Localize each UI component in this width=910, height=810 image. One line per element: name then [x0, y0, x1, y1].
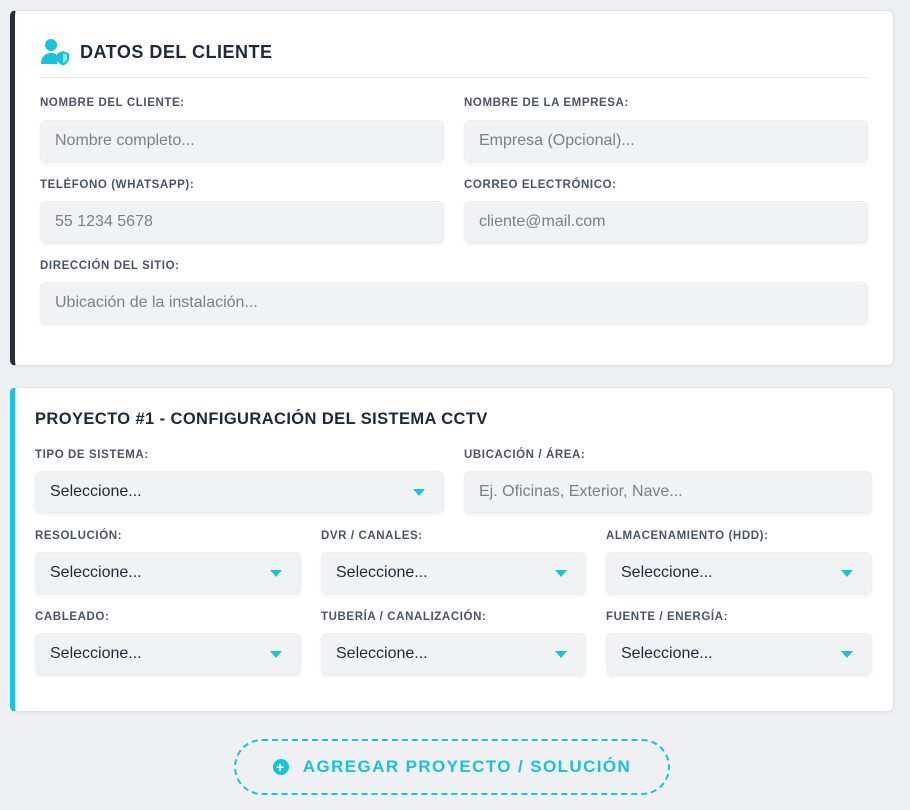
client-name-label: NOMBRE DEL CLIENTE:: [40, 97, 185, 109]
chevron-down-icon: [413, 488, 425, 496]
user-shield-icon: [41, 39, 69, 66]
conduit-label: TUBERÍA / CANALIZACIÓN:: [321, 611, 487, 623]
chevron-down-icon: [841, 650, 853, 658]
cabling-value: Seleccione...: [50, 645, 142, 662]
chevron-down-icon: [555, 569, 567, 577]
project-card: PROYECTO #1 - CONFIGURACIÓN DEL SISTEMA …: [10, 387, 894, 712]
resolution-label: RESOLUCIÓN:: [35, 530, 123, 542]
cabling-label: CABLEADO:: [35, 611, 110, 623]
dvr-select[interactable]: Seleccione...: [321, 552, 586, 594]
system-type-select[interactable]: Seleccione...: [35, 471, 444, 513]
plus-circle-icon: +: [272, 759, 289, 775]
storage-value: Seleccione...: [621, 564, 713, 581]
add-project-label: AGREGAR PROYECTO / SOLUCIÓN: [302, 757, 632, 776]
chevron-down-icon: [270, 569, 282, 577]
site-address-input[interactable]: Ubicación de la instalación...: [40, 282, 868, 324]
company-name-label: NOMBRE DE LA EMPRESA:: [464, 97, 629, 109]
storage-label: ALMACENAMIENTO (HDD):: [606, 530, 769, 542]
add-project-button[interactable]: + AGREGAR PROYECTO / SOLUCIÓN: [234, 739, 670, 795]
project-title: PROYECTO #1 - CONFIGURACIÓN DEL SISTEMA …: [35, 410, 488, 428]
cabling-select[interactable]: Seleccione...: [35, 633, 301, 675]
chevron-down-icon: [555, 650, 567, 658]
phone-input[interactable]: 55 1234 5678: [40, 201, 444, 243]
email-input[interactable]: cliente@mail.com: [464, 201, 868, 243]
client-data-card: DATOS DEL CLIENTE NOMBRE DEL CLIENTE: No…: [10, 10, 894, 366]
client-section-title: DATOS DEL CLIENTE: [80, 42, 273, 62]
system-type-label: TIPO DE SISTEMA:: [35, 449, 149, 461]
power-label: FUENTE / ENERGÍA:: [606, 611, 729, 623]
power-value: Seleccione...: [621, 645, 713, 662]
resolution-select[interactable]: Seleccione...: [35, 552, 301, 594]
power-select[interactable]: Seleccione...: [606, 633, 872, 675]
client-header: DATOS DEL CLIENTE: [40, 35, 870, 78]
system-type-value: Seleccione...: [50, 483, 142, 500]
conduit-value: Seleccione...: [336, 645, 428, 662]
client-name-input[interactable]: Nombre completo...: [40, 120, 444, 162]
conduit-select[interactable]: Seleccione...: [321, 633, 586, 675]
email-label: CORREO ELECTRÓNICO:: [464, 179, 617, 191]
company-name-input[interactable]: Empresa (Opcional)...: [464, 120, 868, 162]
resolution-value: Seleccione...: [50, 564, 142, 581]
dvr-label: DVR / CANALES:: [321, 530, 423, 542]
dvr-value: Seleccione...: [336, 564, 428, 581]
chevron-down-icon: [841, 569, 853, 577]
site-address-label: DIRECCIÓN DEL SITIO:: [40, 260, 180, 272]
location-label: UBICACIÓN / ÁREA:: [464, 449, 586, 461]
location-input[interactable]: Ej. Oficinas, Exterior, Nave...: [464, 471, 872, 513]
storage-select[interactable]: Seleccione...: [606, 552, 872, 594]
phone-label: TELÉFONO (WHATSAPP):: [40, 179, 195, 191]
chevron-down-icon: [270, 650, 282, 658]
